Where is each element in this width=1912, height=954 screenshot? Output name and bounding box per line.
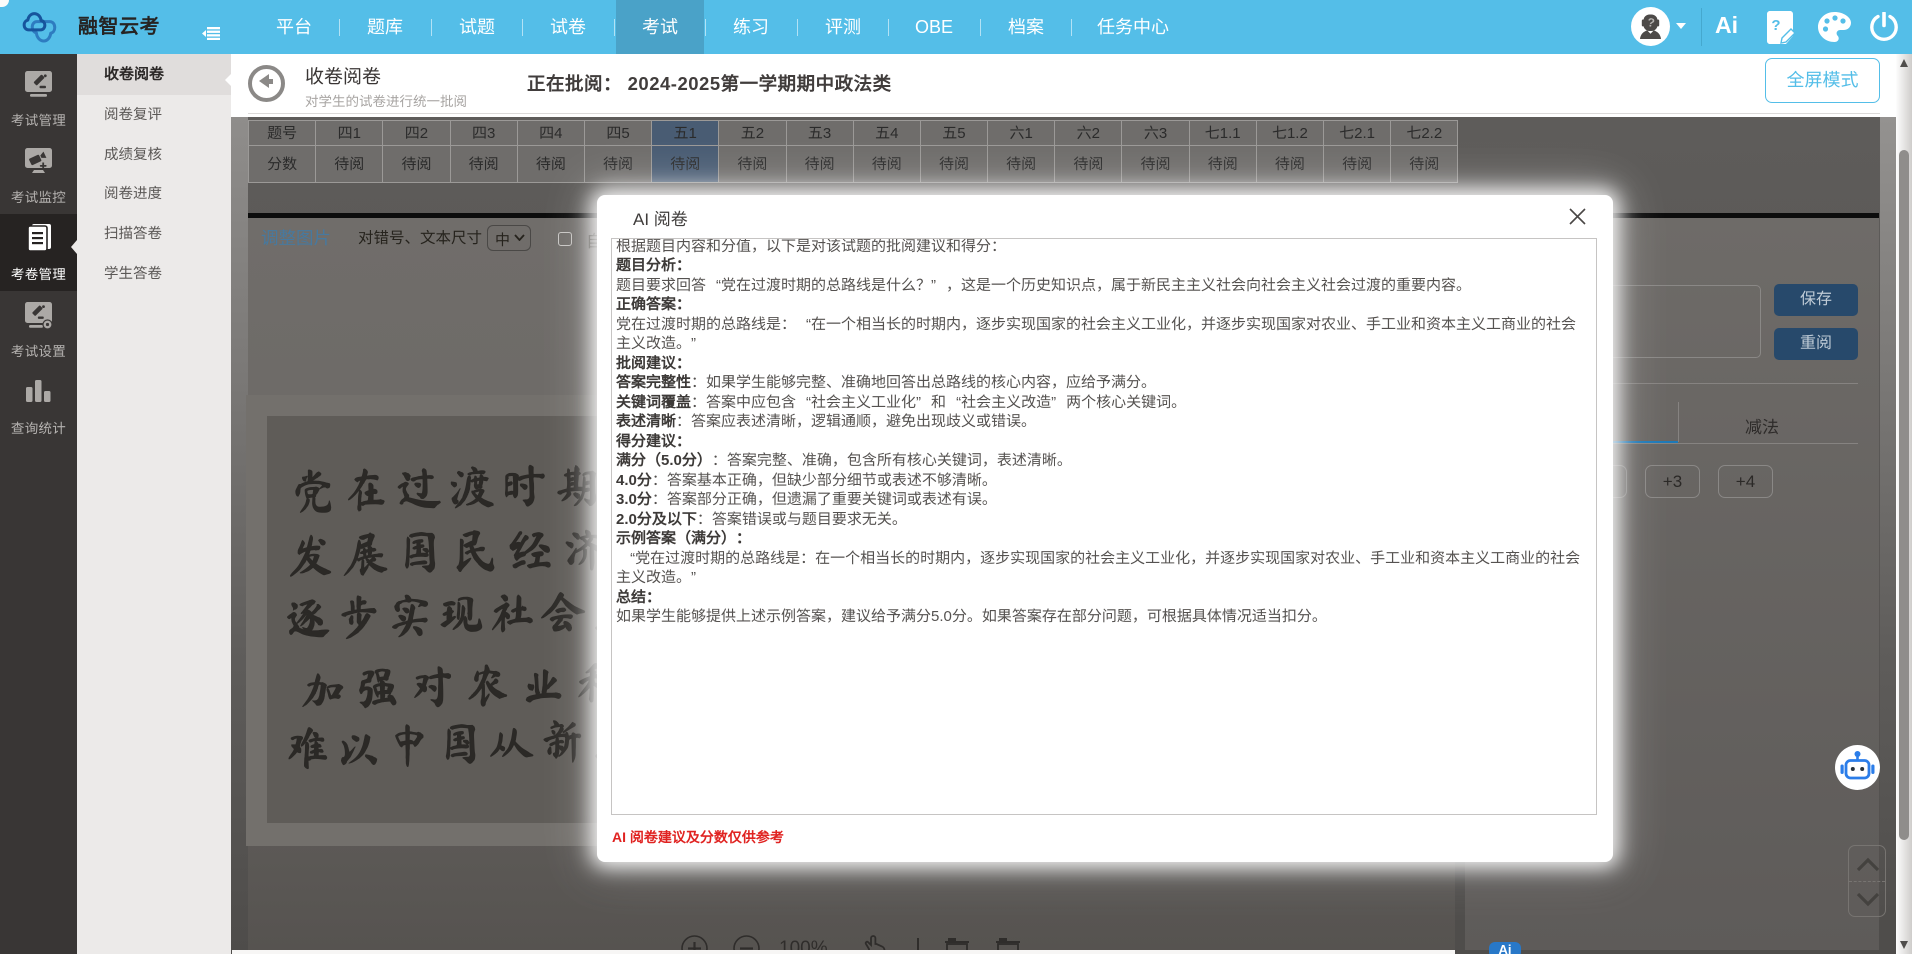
svg-text:?: ?: [1771, 17, 1780, 34]
